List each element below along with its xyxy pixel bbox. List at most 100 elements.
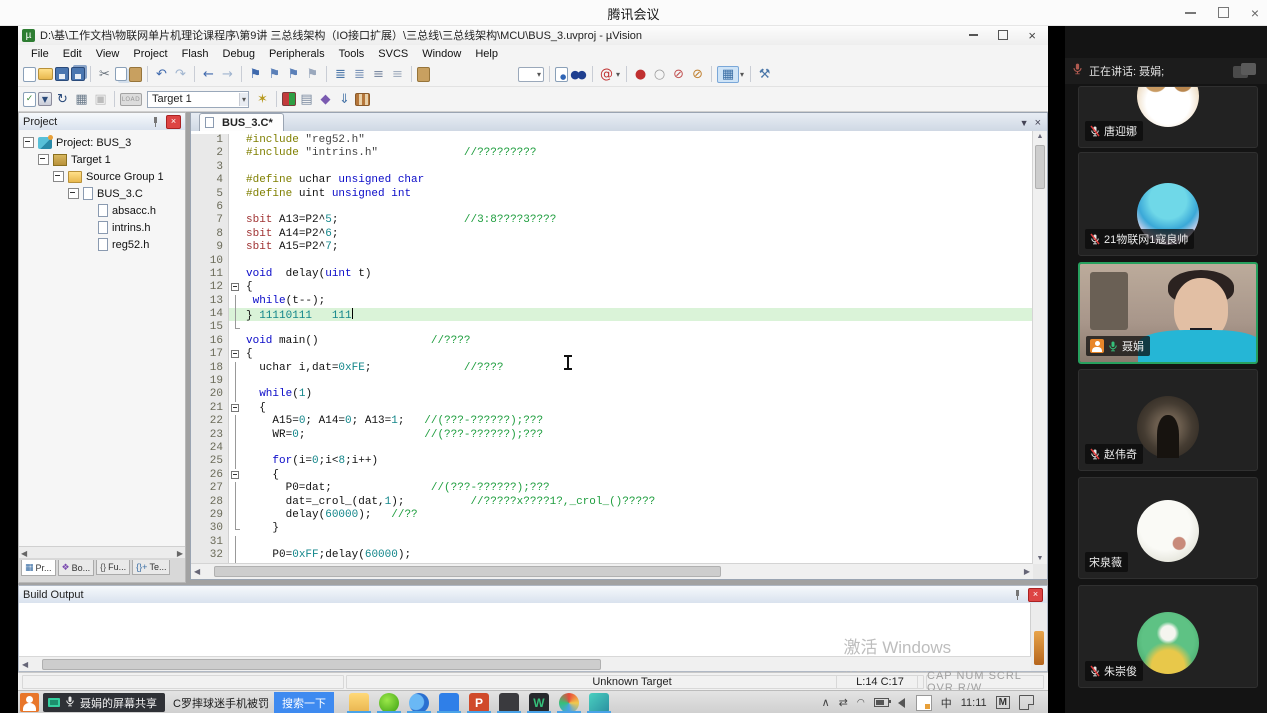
clear-bookmarks-icon[interactable]: ⚑ bbox=[304, 66, 321, 83]
taskbar-app-cube-teal[interactable] bbox=[584, 691, 614, 713]
bottom-functions-tab[interactable]: {}Fu... bbox=[96, 560, 130, 575]
menu-peripherals[interactable]: Peripherals bbox=[262, 48, 332, 60]
code-magnifier-dropdown-icon[interactable]: ▾ bbox=[616, 70, 620, 79]
software-components-icon[interactable]: ◆ bbox=[317, 91, 334, 108]
fold-box-icon[interactable] bbox=[229, 402, 242, 415]
taskbar-app-wps-green[interactable]: W bbox=[524, 691, 554, 713]
wifi-icon[interactable]: ◠ bbox=[857, 698, 865, 708]
code-line-11[interactable]: 11void delay(uint t) bbox=[191, 268, 1033, 281]
scroll-left-icon[interactable]: ◀ bbox=[19, 660, 28, 669]
code-line-28[interactable]: 28 dat=_crol_(dat,1); //?????x????1?,_cr… bbox=[191, 496, 1033, 509]
code-text[interactable]: A15=0; A14=0; A13=1; //(???-??????);??? bbox=[242, 415, 1033, 428]
code-text[interactable]: sbit A13=P2^5; //3:8????3???? bbox=[242, 214, 1033, 227]
scroll-right-icon[interactable]: ▶ bbox=[177, 549, 183, 558]
code-text[interactable]: sbit A15=P2^7; bbox=[242, 241, 1033, 254]
code-text[interactable]: P0=dat; //(???-??????);??? bbox=[242, 482, 1033, 495]
new-file-icon[interactable] bbox=[23, 67, 36, 82]
comment-selection-icon[interactable]: ≡ bbox=[370, 66, 387, 83]
build-output-hscrollbar[interactable]: ◀ bbox=[19, 656, 1031, 671]
download-icon[interactable]: LOAD bbox=[120, 93, 142, 106]
taskbar-app-file-explorer[interactable] bbox=[344, 691, 374, 713]
participant-tile-4[interactable]: 赵伟奇 bbox=[1078, 369, 1258, 471]
scroll-up-icon[interactable]: ▲ bbox=[1033, 131, 1047, 140]
participant-tile-2[interactable]: 21物联网1寇良帅 bbox=[1078, 152, 1258, 256]
hscroll-thumb[interactable] bbox=[214, 566, 721, 577]
bottom-books-tab[interactable]: ❖Bo... bbox=[58, 560, 95, 576]
code-line-13[interactable]: 13 while(t--); bbox=[191, 295, 1033, 308]
code-text[interactable] bbox=[242, 255, 1033, 268]
menu-tools[interactable]: Tools bbox=[332, 48, 372, 60]
code-text[interactable]: { bbox=[242, 402, 1033, 415]
close-icon[interactable]: × bbox=[1251, 6, 1259, 20]
code-text[interactable]: #define uchar unsigned char bbox=[242, 174, 1033, 187]
scroll-down-icon[interactable]: ▼ bbox=[1033, 555, 1047, 562]
save-icon[interactable] bbox=[55, 67, 69, 81]
menu-view[interactable]: View bbox=[89, 48, 127, 60]
ime-mode-indicator[interactable]: M bbox=[996, 696, 1010, 709]
close-project-panel-button[interactable]: × bbox=[166, 115, 181, 129]
code-text[interactable]: #define uint unsigned int bbox=[242, 188, 1033, 201]
code-line-31[interactable]: 31 bbox=[191, 536, 1033, 549]
code-line-20[interactable]: 20 while(1) bbox=[191, 388, 1033, 401]
code-line-7[interactable]: 7sbit A13=P2^5; //3:8????3???? bbox=[191, 214, 1033, 227]
multi-project-icon[interactable]: ▤ bbox=[298, 91, 315, 108]
meeting-member-icon[interactable] bbox=[20, 693, 39, 712]
gallery-view-icon[interactable] bbox=[1231, 63, 1261, 80]
code-text[interactable]: { bbox=[242, 348, 1033, 361]
navigate-forward-icon[interactable]: → bbox=[219, 66, 236, 83]
configure-flash-tools-icon[interactable] bbox=[417, 67, 430, 82]
action-center-icon[interactable] bbox=[1019, 695, 1034, 710]
participant-tile-6[interactable]: 朱崇俊 bbox=[1078, 585, 1258, 688]
cut-icon[interactable]: ✂ bbox=[96, 66, 113, 83]
code-line-3[interactable]: 3 bbox=[191, 161, 1033, 174]
code-text[interactable]: while(t--); bbox=[242, 295, 1033, 308]
code-text[interactable]: void main() //???? bbox=[242, 335, 1033, 348]
code-line-2[interactable]: 2#include "intrins.h" //????????? bbox=[191, 147, 1033, 160]
collapse-toggle-icon[interactable] bbox=[68, 188, 79, 199]
code-text[interactable]: { bbox=[242, 281, 1033, 294]
code-text[interactable]: } bbox=[242, 522, 1033, 535]
next-bookmark-icon[interactable]: ⚑ bbox=[285, 66, 302, 83]
participant-tile-3[interactable]: 聂娟 bbox=[1078, 262, 1258, 364]
scope-dropdown-icon[interactable]: ▾ bbox=[518, 67, 544, 82]
code-text[interactable]: P0=0xFF;delay(60000); bbox=[242, 549, 1033, 562]
code-text[interactable]: #include "reg52.h" bbox=[242, 134, 1033, 147]
target-options-icon[interactable]: ✶ bbox=[254, 91, 271, 108]
menu-edit[interactable]: Edit bbox=[56, 48, 89, 60]
code-line-22[interactable]: 22 A15=0; A14=0; A13=1; //(???-??????);?… bbox=[191, 415, 1033, 428]
indent-icon[interactable]: ≣ bbox=[332, 66, 349, 83]
binoculars-icon[interactable] bbox=[570, 68, 587, 81]
code-line-5[interactable]: 5#define uint unsigned int bbox=[191, 188, 1033, 201]
tree-item-intrins-h[interactable]: intrins.h bbox=[19, 219, 185, 236]
code-text[interactable]: delay(60000); //?? bbox=[242, 509, 1033, 522]
code-text[interactable]: for(i=0;i<8;i++) bbox=[242, 455, 1033, 468]
code-line-29[interactable]: 29 delay(60000); //?? bbox=[191, 509, 1033, 522]
previous-bookmark-icon[interactable]: ⚑ bbox=[266, 66, 283, 83]
stop-build-icon[interactable]: ▣ bbox=[92, 91, 109, 108]
taskbar-app-media-sphere[interactable] bbox=[554, 691, 584, 713]
code-text[interactable] bbox=[242, 536, 1033, 549]
taskbar-app-studio-dark[interactable] bbox=[494, 691, 524, 713]
annotate-handle[interactable] bbox=[1034, 631, 1044, 665]
clock[interactable]: 11:11 bbox=[961, 697, 987, 709]
books-window-icon[interactable] bbox=[355, 93, 370, 106]
window-layout-dropdown-icon[interactable]: ▾ bbox=[740, 70, 744, 79]
code-line-30[interactable]: 30 } bbox=[191, 522, 1033, 535]
menu-window[interactable]: Window bbox=[415, 48, 468, 60]
code-line-21[interactable]: 21 { bbox=[191, 402, 1033, 415]
code-line-9[interactable]: 9sbit A15=P2^7; bbox=[191, 241, 1033, 254]
paste-icon[interactable] bbox=[129, 67, 142, 82]
rebuild-icon[interactable]: ↻ bbox=[54, 91, 71, 108]
uvision-close-icon[interactable]: × bbox=[1028, 29, 1036, 42]
code-line-19[interactable]: 19 bbox=[191, 375, 1033, 388]
code-line-32[interactable]: 32 P0=0xFF;delay(60000); bbox=[191, 549, 1033, 562]
collapse-toggle-icon[interactable] bbox=[23, 137, 34, 148]
find-in-files-icon[interactable] bbox=[555, 67, 568, 82]
menu-debug[interactable]: Debug bbox=[216, 48, 262, 60]
code-line-1[interactable]: 1#include "reg52.h" bbox=[191, 134, 1033, 147]
bottom-templates-tab[interactable]: {}+Te... bbox=[132, 560, 170, 575]
code-text[interactable] bbox=[242, 375, 1033, 388]
code-line-12[interactable]: 12{ bbox=[191, 281, 1033, 294]
vscroll-thumb[interactable] bbox=[1035, 145, 1045, 189]
screen-share-indicator[interactable]: 聂娟的屏幕共享 bbox=[43, 693, 165, 712]
